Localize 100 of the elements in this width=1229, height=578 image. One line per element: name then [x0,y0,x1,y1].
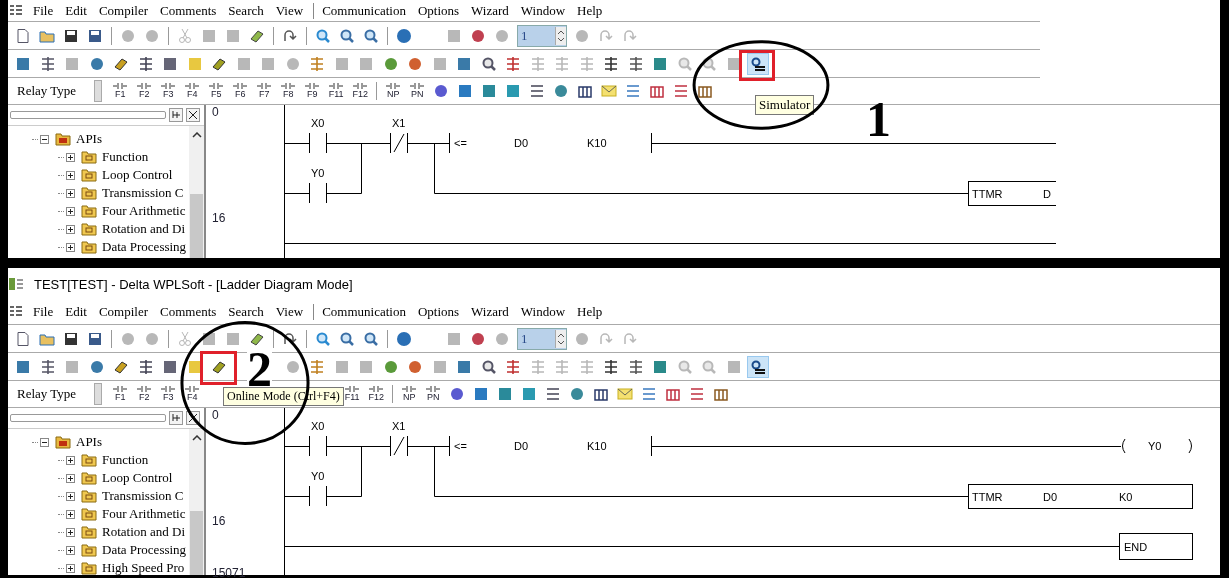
pane-grip[interactable] [10,414,166,422]
expand-icon[interactable] [66,527,75,537]
scrollbar[interactable] [189,126,204,258]
dropdown-handle[interactable] [94,383,103,405]
tree-item[interactable]: Function [102,149,149,165]
menu-item[interactable]: Help [572,2,610,19]
tree-item[interactable]: Function [102,452,149,468]
instruction-key-button[interactable]: F2 [132,79,157,103]
expand-icon[interactable] [66,509,75,519]
menu-item[interactable]: Window [515,2,573,19]
number-spinner[interactable]: 1 [517,327,567,350]
menu-item[interactable]: Comments [155,304,224,320]
expand-icon[interactable] [66,188,75,198]
menu-item[interactable]: View [270,304,311,320]
toolbar-button[interactable] [747,355,769,378]
instruction-key-button[interactable]: F4 [180,79,205,103]
tree-item[interactable]: Data Processing [102,239,187,255]
scroll-up-icon[interactable] [191,132,202,138]
scrollbar[interactable] [189,429,204,575]
menu-item[interactable]: File [28,304,61,320]
magnifier-icon [339,27,355,44]
instruction-key-button[interactable]: F4 [180,382,205,406]
arrow-icon [282,27,298,44]
menu-item[interactable]: Wizard [466,2,516,19]
instruction-key-button[interactable]: F5 [204,79,229,103]
expand-icon[interactable] [66,473,75,483]
menu-item[interactable]: Help [572,304,610,320]
pane-grip[interactable] [10,111,166,119]
instruction-key-button[interactable]: F1 [108,382,133,406]
expand-icon[interactable] [66,545,75,555]
expand-icon[interactable] [66,455,75,465]
menu-item[interactable]: Options [412,2,467,19]
tree-item[interactable]: Loop Control [102,470,173,486]
menu-item[interactable]: File [28,2,61,19]
compare-operator: <= [454,137,467,149]
menu-item[interactable]: Window [515,304,573,320]
folder-icon [81,561,97,575]
lines-icon [627,55,644,72]
instruction-key-button[interactable]: PN [405,79,430,103]
tree-item[interactable]: Four Arithmetic [102,203,186,219]
instruction-key-button[interactable]: F1 [108,79,133,103]
expand-icon[interactable] [66,242,75,252]
round-icon [553,83,570,99]
expand-icon[interactable] [66,206,75,216]
tree-item[interactable]: Rotation and Di [102,524,186,540]
menu-item[interactable]: Compiler [93,304,155,320]
number-spinner[interactable]: 1 [517,24,567,47]
pin-icon[interactable] [169,411,183,425]
menu-item[interactable]: Edit [60,304,94,320]
tree-item[interactable]: Transmission C [102,185,184,201]
expand-icon[interactable] [66,170,75,180]
menu-item[interactable]: Communication [317,2,413,19]
expand-icon[interactable] [66,491,75,501]
instruction-key-button[interactable]: F11 [324,79,349,103]
collapse-icon[interactable] [40,437,49,447]
collapse-icon[interactable] [40,134,49,144]
instruction-key-button[interactable]: F12 [348,79,373,103]
instruction-key-button[interactable]: F12 [364,382,389,406]
menu-item[interactable]: View [270,2,311,19]
instruction-key-button[interactable]: NP [381,79,406,103]
app-icon [8,276,24,292]
menu-item[interactable]: Compiler [93,2,155,19]
expand-icon[interactable] [66,224,75,234]
instruction-key-button[interactable]: PN [421,382,446,406]
expand-icon[interactable] [66,563,75,573]
pin-icon[interactable] [169,108,183,122]
instruction-key-button[interactable]: F3 [156,79,181,103]
folder-icon [81,186,97,200]
instruction-key-button[interactable]: F6 [228,79,253,103]
menu-item[interactable]: Edit [60,2,94,19]
contact-label: X1 [392,420,406,432]
instruction-key-button[interactable]: NP [397,382,422,406]
columns-icon [665,386,682,402]
instruction-key-button[interactable]: F9 [300,79,325,103]
instruction-key-button[interactable]: F7 [252,79,277,103]
menu-item[interactable]: Communication [317,304,413,320]
tree-item[interactable]: Transmission C [102,488,184,504]
tree-item[interactable]: APIs [76,434,102,450]
menu-item[interactable]: Wizard [466,304,516,320]
menu-item[interactable]: Options [412,304,467,320]
instruction-key-button[interactable]: F3 [156,382,181,406]
lines-icon [529,55,546,72]
tree-item[interactable]: Four Arithmetic [102,506,186,522]
instruction-key-button[interactable]: F8 [276,79,301,103]
close-icon[interactable] [186,108,200,122]
menu-item[interactable]: Search [223,2,271,19]
tree-item[interactable]: Rotation and Di [102,221,186,237]
scroll-up-icon[interactable] [191,435,202,441]
tree-item[interactable]: Loop Control [102,167,173,183]
expand-icon[interactable] [66,152,75,162]
instruction-key-button[interactable]: F2 [132,382,157,406]
tree-item[interactable]: High Speed Pro [102,560,185,575]
line-number: 16 [212,211,227,225]
tree-item[interactable]: Data Processing [102,542,187,558]
menu-item[interactable]: Comments [155,2,224,19]
tree-item[interactable]: APIs [76,131,102,147]
toolbar-button[interactable] [747,52,769,75]
menu-item[interactable]: Search [223,304,271,320]
lines-icon [505,358,521,375]
dropdown-handle[interactable] [94,80,103,102]
